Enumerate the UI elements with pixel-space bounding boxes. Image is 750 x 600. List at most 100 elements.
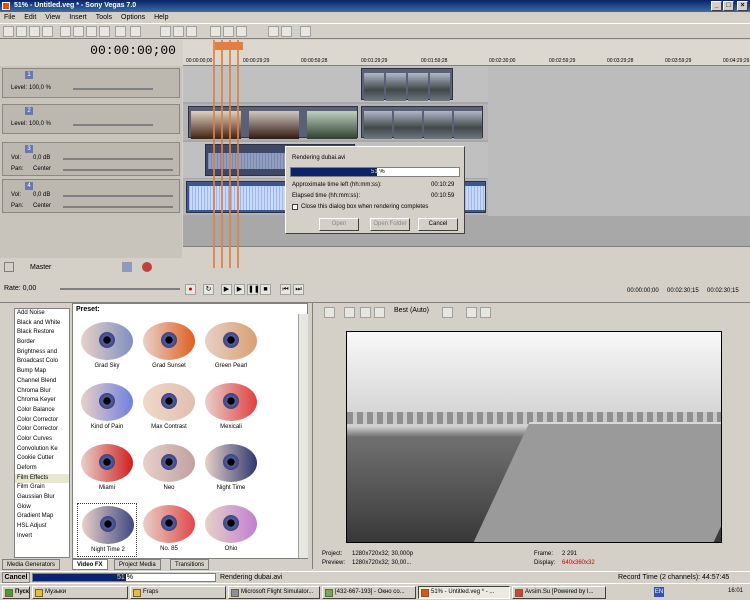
- mute-icon[interactable]: [142, 262, 152, 272]
- auto-ripple-icon[interactable]: [160, 26, 171, 37]
- level-slider[interactable]: [73, 124, 153, 126]
- undo-icon[interactable]: [115, 26, 126, 37]
- level-slider[interactable]: [73, 88, 153, 90]
- paste-icon[interactable]: [99, 26, 110, 37]
- tab-video-fx[interactable]: Video FX: [72, 559, 108, 570]
- pause-button[interactable]: ❚❚: [247, 284, 260, 295]
- play-button[interactable]: ▶: [234, 284, 245, 295]
- language-indicator[interactable]: EN: [654, 587, 664, 597]
- fx-item[interactable]: Film Grain: [15, 483, 69, 493]
- stop-button[interactable]: ■: [260, 284, 271, 295]
- taskbar-item[interactable]: Microsoft Flight Simulator...: [228, 586, 320, 599]
- preview-quality-select[interactable]: Best (Auto): [394, 307, 429, 314]
- fx-item[interactable]: Color Corrector: [15, 425, 69, 435]
- tab-project-media[interactable]: Project Media: [114, 559, 161, 570]
- cancel-render-button[interactable]: Cancel: [418, 218, 458, 231]
- loop-button[interactable]: ↻: [203, 284, 214, 295]
- preset-thumb[interactable]: No. 85: [139, 503, 199, 557]
- pan-slider[interactable]: [63, 206, 173, 208]
- track-header-3[interactable]: 3 Vol: 0,0 dB Pan: Center: [2, 142, 180, 176]
- timeline-scrollbar[interactable]: [183, 246, 750, 258]
- split-icon[interactable]: [281, 26, 292, 37]
- lock-envelopes-icon[interactable]: [173, 26, 184, 37]
- start-button[interactable]: Пуск: [2, 586, 30, 599]
- taskbar-item[interactable]: Музыки: [32, 586, 128, 599]
- fx-item[interactable]: Broadcast Colo: [15, 357, 69, 367]
- zoom-tool-icon[interactable]: [268, 26, 279, 37]
- fx-item[interactable]: Chroma Blur: [15, 387, 69, 397]
- video-fx-list[interactable]: Add Noise Black and White Black Restore …: [14, 308, 70, 558]
- render-icon[interactable]: [60, 26, 71, 37]
- snapping-icon[interactable]: [186, 26, 197, 37]
- go-to-end-button[interactable]: ⏭: [293, 284, 304, 295]
- volume-slider[interactable]: [63, 195, 173, 197]
- fx-item[interactable]: Deform: [15, 464, 69, 474]
- fx-item-selected[interactable]: Film Effects: [15, 473, 69, 484]
- preset-thumb[interactable]: Grad Sunset: [139, 320, 199, 374]
- fx-item[interactable]: Border: [15, 338, 69, 348]
- close-button[interactable]: ×: [737, 1, 748, 11]
- envelope-tool-icon[interactable]: [223, 26, 234, 37]
- fx-item[interactable]: Gradient Map: [15, 512, 69, 522]
- menu-options[interactable]: Options: [121, 14, 145, 21]
- timeline-ruler[interactable]: 00:00:00;00 00:00:29;29 00:00:59;28 00:0…: [183, 40, 750, 66]
- track-header-4[interactable]: 4 Vol: 0,0 dB Pan: Center: [2, 179, 180, 213]
- menu-tools[interactable]: Tools: [96, 14, 112, 21]
- taskbar-item-active[interactable]: 51% - Untitled.veg * - ...: [418, 586, 510, 599]
- menu-view[interactable]: View: [45, 14, 60, 21]
- taskbar-item[interactable]: Fraps: [130, 586, 226, 599]
- selection-tool-icon[interactable]: [236, 26, 247, 37]
- save-icon[interactable]: [29, 26, 40, 37]
- properties-icon[interactable]: [42, 26, 53, 37]
- menu-insert[interactable]: Insert: [69, 14, 87, 21]
- maximize-button[interactable]: □: [723, 1, 734, 11]
- preset-thumb-selected[interactable]: Night Time 2: [77, 503, 137, 557]
- fx-icon[interactable]: [122, 262, 132, 272]
- fx-item[interactable]: HSL Adjust: [15, 522, 69, 532]
- preset-thumb[interactable]: Mexicali: [201, 381, 261, 435]
- fx-item[interactable]: Chroma Keyer: [15, 396, 69, 406]
- project-properties-icon[interactable]: [324, 307, 335, 318]
- timeline-tracks[interactable]: [183, 66, 750, 258]
- copy-snapshot-icon[interactable]: [466, 307, 477, 318]
- fx-item[interactable]: Color Corrector: [15, 416, 69, 426]
- fx-item[interactable]: Bump Map: [15, 367, 69, 377]
- fx-item[interactable]: Invert: [15, 532, 69, 542]
- taskbar-item[interactable]: Avsim.Su [Powered by I...: [512, 586, 606, 599]
- menu-file[interactable]: File: [4, 14, 15, 21]
- redo-icon[interactable]: [130, 26, 141, 37]
- play-from-start-button[interactable]: ▶: [221, 284, 232, 295]
- fx-item[interactable]: Black and White: [15, 319, 69, 329]
- copy-icon[interactable]: [86, 26, 97, 37]
- fx-item[interactable]: Cookie Cutter: [15, 454, 69, 464]
- external-monitor-icon[interactable]: [344, 307, 355, 318]
- preset-thumb[interactable]: Grad Sky: [77, 320, 137, 374]
- close-on-complete-checkbox[interactable]: [292, 204, 298, 210]
- preset-thumb[interactable]: Miami: [77, 442, 137, 496]
- fx-item[interactable]: Channel Blend: [15, 377, 69, 387]
- preview-fx-icon[interactable]: [360, 307, 371, 318]
- video-clip[interactable]: [361, 68, 453, 101]
- normal-edit-tool-icon[interactable]: [210, 26, 221, 37]
- volume-slider[interactable]: [63, 158, 173, 160]
- split-screen-icon[interactable]: [374, 307, 385, 318]
- save-snapshot-icon[interactable]: [480, 307, 491, 318]
- rate-slider[interactable]: [60, 288, 180, 290]
- fx-item[interactable]: Color Curves: [15, 435, 69, 445]
- fx-item[interactable]: Brightness and: [15, 348, 69, 358]
- whats-this-icon[interactable]: [300, 26, 311, 37]
- preset-thumb[interactable]: Night Time: [201, 442, 261, 496]
- open-folder-icon[interactable]: [16, 26, 27, 37]
- preset-scrollbar[interactable]: [298, 314, 308, 558]
- fx-item[interactable]: Black Restore: [15, 328, 69, 338]
- record-button[interactable]: ●: [185, 284, 196, 295]
- fx-item[interactable]: Convolution Ke: [15, 445, 69, 455]
- preset-thumb[interactable]: Max Contrast: [139, 381, 199, 435]
- preset-thumb[interactable]: Green Pearl: [201, 320, 261, 374]
- preset-thumb[interactable]: Kind of Pain: [77, 381, 137, 435]
- status-cancel-button[interactable]: Cancel: [2, 572, 30, 583]
- preset-thumb[interactable]: Ohio: [201, 503, 261, 557]
- menu-edit[interactable]: Edit: [24, 14, 36, 21]
- open-folder-button[interactable]: Open Folder: [370, 218, 410, 231]
- overlays-icon[interactable]: [442, 307, 453, 318]
